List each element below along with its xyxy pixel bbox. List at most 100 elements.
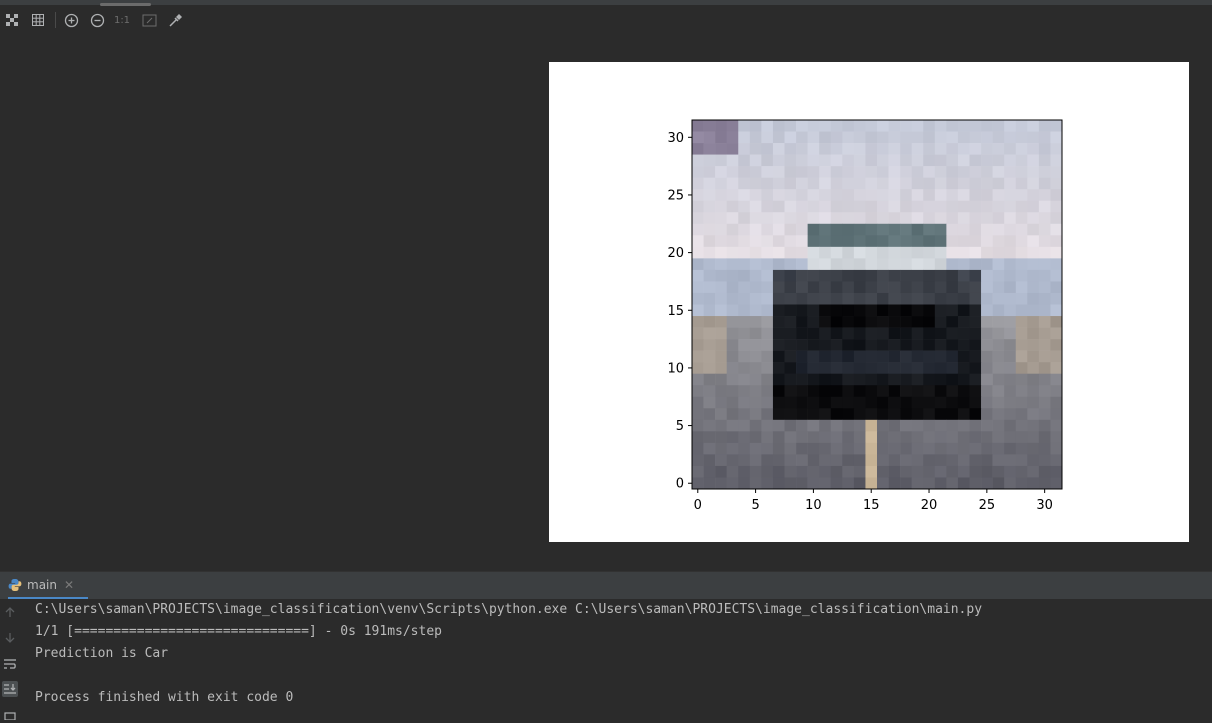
image-pixel xyxy=(877,269,889,282)
image-pixel xyxy=(819,373,832,386)
scroll-up-button[interactable] xyxy=(2,604,18,620)
image-pixel xyxy=(842,465,855,478)
image-pixel xyxy=(807,120,820,132)
image-pixel xyxy=(923,120,936,132)
image-pixel xyxy=(900,223,912,236)
image-pixel xyxy=(772,189,785,202)
image-pixel xyxy=(749,235,762,248)
image-pixel xyxy=(1027,223,1040,236)
image-pixel xyxy=(807,246,820,259)
image-pixel xyxy=(1050,189,1063,202)
image-pixel xyxy=(1015,408,1028,421)
image-pixel xyxy=(738,304,751,317)
image-pixel xyxy=(923,477,936,490)
actual-size-button[interactable]: 1:1 xyxy=(111,9,133,31)
image-pixel xyxy=(900,431,912,444)
image-pixel xyxy=(738,292,751,305)
image-pixel xyxy=(1027,200,1040,213)
close-icon[interactable]: ✕ xyxy=(64,578,74,592)
image-pixel xyxy=(761,373,774,386)
image-pixel xyxy=(1050,396,1063,409)
image-pixel xyxy=(1027,339,1040,351)
image-pixel xyxy=(1015,120,1028,132)
image-pixel xyxy=(726,246,739,259)
image-pixel xyxy=(992,166,1005,178)
scroll-down-button[interactable] xyxy=(2,630,18,646)
image-pixel xyxy=(946,292,959,305)
image-pixel xyxy=(1015,362,1028,374)
image-pixel xyxy=(715,177,727,190)
image-pixel xyxy=(865,292,878,305)
image-pixel xyxy=(946,189,959,202)
image-pixel xyxy=(853,143,866,155)
arrow-up-icon xyxy=(5,607,15,617)
image-pixel xyxy=(900,212,912,225)
image-pixel xyxy=(1027,269,1040,282)
fit-to-window-button[interactable] xyxy=(1,9,23,31)
image-pixel xyxy=(1038,154,1051,167)
image-pixel xyxy=(877,177,889,190)
zoom-out-button[interactable] xyxy=(86,9,108,31)
tab-main-label: main xyxy=(27,577,57,592)
image-pixel xyxy=(1038,177,1051,190)
tab-main[interactable]: main ✕ xyxy=(8,572,88,599)
image-pixels xyxy=(692,120,1063,490)
image-pixel xyxy=(1050,454,1063,467)
x-tick-label: 5 xyxy=(751,498,759,513)
image-pixel xyxy=(946,177,959,190)
console-output[interactable]: C:\Users\saman\PROJECTS\image_classifica… xyxy=(22,599,1212,718)
image-pixel xyxy=(703,454,716,467)
image-pixel xyxy=(807,189,820,202)
image-pixel xyxy=(865,120,878,132)
image-pixel xyxy=(923,454,936,467)
image-pixel xyxy=(981,281,993,294)
image-pixel xyxy=(796,154,808,167)
image-pixel xyxy=(692,465,704,478)
image-pixel xyxy=(934,373,947,386)
grid-toggle-button[interactable] xyxy=(27,9,49,31)
x-tick-label: 10 xyxy=(805,498,822,513)
image-pixel xyxy=(692,442,704,455)
image-pixel xyxy=(853,166,866,178)
image-pixel xyxy=(992,350,1005,363)
image-pixel xyxy=(957,189,970,202)
image-pixel xyxy=(1050,442,1063,455)
image-pixel xyxy=(923,212,936,225)
color-picker-button[interactable] xyxy=(164,9,186,31)
image-pixel xyxy=(981,396,993,409)
image-pixel xyxy=(946,143,959,155)
image-pixel xyxy=(923,223,936,236)
image-pixel xyxy=(726,131,739,144)
zoom-in-button[interactable] xyxy=(60,9,82,31)
soft-wrap-button[interactable] xyxy=(2,656,18,672)
grid-icon xyxy=(32,14,44,26)
image-pixel xyxy=(911,246,924,259)
image-pixel xyxy=(715,154,727,167)
image-pixel xyxy=(749,465,762,478)
image-pixel xyxy=(830,465,843,478)
scroll-to-end-button[interactable] xyxy=(2,681,18,697)
image-pixel xyxy=(992,327,1005,340)
image-pixel xyxy=(911,269,924,282)
image-pixel xyxy=(969,177,982,190)
image-plot: 0 5 10 15 20 25 30 0 5 10 15 20 25 30 xyxy=(667,119,1063,513)
image-pixel xyxy=(715,304,727,317)
fit-zoom-button[interactable] xyxy=(138,9,160,31)
image-pixel xyxy=(1038,442,1051,455)
image-pixel xyxy=(1015,269,1028,282)
image-pixel xyxy=(1004,143,1017,155)
image-pixel xyxy=(749,408,762,421)
image-pixel xyxy=(1050,120,1063,132)
image-pixel xyxy=(888,465,901,478)
print-button[interactable] xyxy=(2,707,18,723)
image-pixel xyxy=(992,373,1005,386)
horizontal-scrollbar-thumb[interactable] xyxy=(100,3,151,6)
image-pixel xyxy=(1038,465,1051,478)
image-pixel xyxy=(761,212,774,225)
image-pixel xyxy=(957,339,970,351)
image-pixel xyxy=(1050,350,1063,363)
image-pixel xyxy=(853,465,866,478)
image-pixel xyxy=(934,362,947,374)
image-pixel xyxy=(946,212,959,225)
image-pixel xyxy=(1027,442,1040,455)
